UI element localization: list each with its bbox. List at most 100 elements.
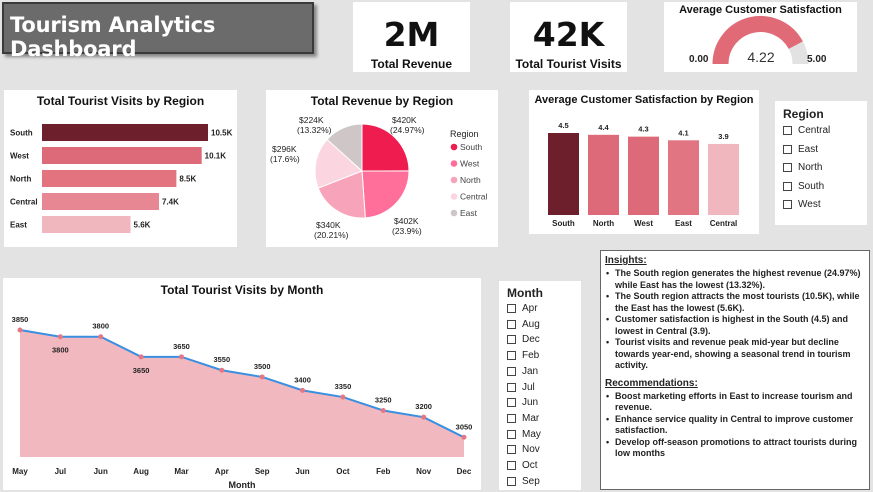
x-axis-label: Month [229,480,256,490]
month-option-nov[interactable]: Nov [507,444,540,455]
bar[interactable] [42,124,208,141]
month-option-label: Nov [522,444,540,456]
bar[interactable] [668,140,699,215]
data-point[interactable] [300,387,306,393]
data-point[interactable] [259,374,265,380]
month-option-oct[interactable]: Oct [507,460,538,471]
data-point[interactable] [219,367,225,373]
checkbox[interactable] [507,382,516,392]
kpi-visits-value: 42K [532,15,605,54]
insight-item: Tourist visits and revenue peak mid-year… [605,337,869,372]
kpi-revenue-value: 2M [383,15,440,54]
checkbox[interactable] [507,335,516,345]
checkbox[interactable] [507,429,516,439]
region-option-label: Central [798,125,831,136]
month-option-label: Apr [522,303,538,314]
checkbox[interactable] [783,200,792,209]
legend-marker [450,176,458,184]
month-option-may[interactable]: May [507,429,541,440]
recommendation-item: Enhance service quality in Central to im… [605,414,869,437]
bar[interactable] [42,170,177,187]
y-tick-label: East [10,221,27,230]
pie-slice[interactable] [361,170,410,219]
data-label: 3.9 [718,132,728,141]
data-point[interactable] [380,407,386,413]
bar[interactable] [588,134,619,215]
x-tick-label: Jun [94,467,108,476]
region-option-west[interactable]: West [783,199,821,210]
checkbox[interactable] [507,445,516,455]
checkbox[interactable] [783,181,792,191]
month-option-jul[interactable]: Jul [507,382,535,393]
satisfaction-by-region-card[interactable]: Average Customer Satisfaction by Region … [529,90,759,234]
checkbox[interactable] [507,366,516,376]
month-slicer[interactable]: Month Apr Aug Dec Feb Jan Jul Jun Mar May Nov Oct S… [499,281,581,490]
month-option-jun[interactable]: Jun [507,397,538,408]
data-point[interactable] [421,414,427,420]
data-point[interactable] [461,434,467,440]
data-label: 3050 [456,422,473,431]
data-label: 8.5K [179,175,196,184]
bar[interactable] [42,193,159,210]
month-option-sep[interactable]: Sep [507,476,540,487]
data-point[interactable] [98,334,104,340]
checkbox[interactable] [507,413,516,423]
recommendation-item: Develop off-season promotions to attract… [605,437,869,460]
x-tick-label: North [593,219,614,228]
revenue-by-region-card[interactable]: Total Revenue by Region $420K (24.97%) $40… [266,90,498,247]
region-option-east[interactable]: East [783,144,818,155]
satisfaction-by-region-chart: 4.5 South 4.4 North 4.3 West 4.1 East 3.9 Central [548,121,739,228]
region-slicer[interactable]: Region Central East North South West [775,101,867,225]
checkbox[interactable] [507,476,516,486]
data-label: 3250 [375,395,392,404]
x-tick-label: Jul [55,467,67,476]
region-option-north[interactable]: North [783,162,822,173]
kpi-card-visits[interactable]: 42K Total Tourist Visits [510,2,627,72]
checkbox[interactable] [783,126,792,135]
data-label: 3200 [415,402,432,411]
x-tick-label: Feb [376,467,390,476]
bar[interactable] [548,133,579,215]
checkbox[interactable] [507,351,516,361]
region-option-south[interactable]: South [783,181,824,192]
data-point[interactable] [17,327,23,333]
legend-label[interactable]: East [460,208,478,218]
legend-label[interactable]: North [460,175,481,185]
data-point[interactable] [340,394,346,400]
x-tick-label: South [552,219,575,228]
data-point[interactable] [57,334,63,340]
data-point[interactable] [138,354,144,360]
region-option-central[interactable]: Central [783,125,830,136]
legend-label[interactable]: West [460,159,480,169]
checkbox[interactable] [507,304,516,313]
checkbox[interactable] [507,319,516,329]
data-label: 4.3 [638,125,648,134]
checkbox[interactable] [783,163,792,172]
region-option-label: West [798,199,821,210]
checkbox[interactable] [507,398,516,408]
bar[interactable] [42,147,202,164]
month-option-feb[interactable]: Feb [507,350,539,361]
legend-label[interactable]: Central [460,192,488,202]
kpi-card-revenue[interactable]: 2M Total Revenue [353,2,470,72]
gauge-card[interactable]: Average Customer Satisfaction 4.22 0.00 … [664,2,857,72]
checkbox[interactable] [507,461,516,470]
page-title: Tourism Analytics Dashboard [10,13,216,61]
slice-percent-label: (24.97%) [390,125,425,135]
bar[interactable] [628,136,659,215]
month-option-dec[interactable]: Dec [507,334,540,345]
data-point[interactable] [178,354,184,360]
bar[interactable] [708,143,739,215]
month-option-jan[interactable]: Jan [507,366,538,377]
visits-by-month-card[interactable]: Total Tourist Visits by Month 3850 May 380… [3,278,481,490]
month-option-apr[interactable]: Apr [507,303,538,314]
month-option-aug[interactable]: Aug [507,319,540,330]
checkbox[interactable] [783,144,792,154]
visits-by-month-chart: 3850 May 3800 Jul 3800 Jun 3650 Aug 3650 Mar 3550 A… [12,315,473,490]
legend-label[interactable]: South [460,142,482,152]
bar[interactable] [42,216,131,233]
data-label: 3400 [294,375,311,384]
month-option-mar[interactable]: Mar [507,413,539,424]
slice-amount-label: $296K [272,144,297,154]
visits-by-region-card[interactable]: Total Tourist Visits by Region South 10.5… [4,90,237,247]
